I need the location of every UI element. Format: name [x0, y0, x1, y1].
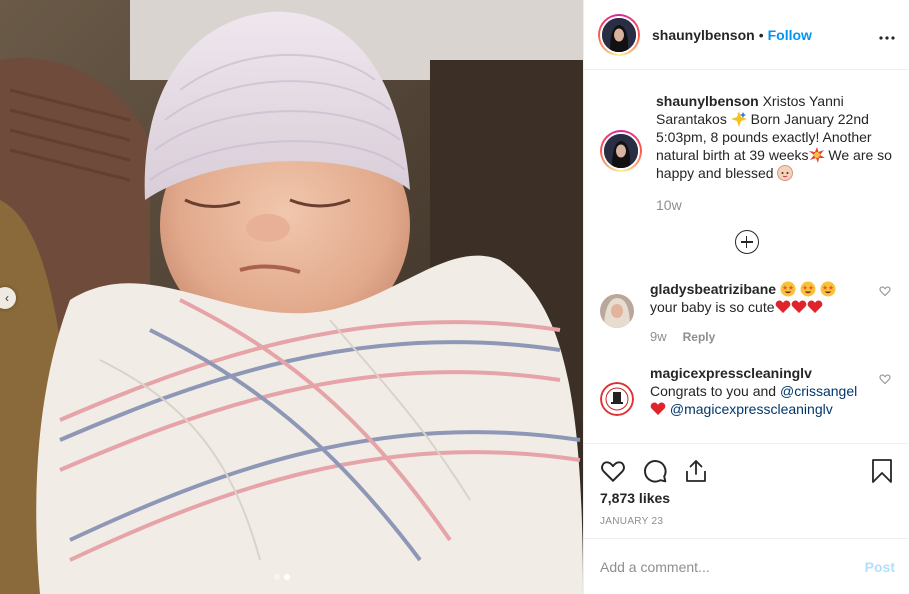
comment-age[interactable]: 9w	[650, 328, 667, 346]
instagram-post: ‹ shaunylbenson • Follow shaunylbenson X…	[0, 0, 909, 594]
caption-body: shaunylbenson Xristos Yanni Sarantakos B…	[656, 92, 893, 214]
bookmark-icon[interactable]	[871, 458, 893, 484]
star-struck-emoji	[780, 281, 796, 297]
more-horizontal-icon[interactable]	[879, 24, 895, 45]
heart-icon[interactable]	[600, 458, 626, 484]
red-heart-emoji	[791, 300, 806, 313]
plus-circle-icon[interactable]	[734, 230, 759, 254]
follow-button[interactable]: Follow	[768, 27, 812, 43]
caption-avatar-image	[604, 134, 638, 168]
comment-text: your baby is so cute	[650, 299, 775, 315]
share-icon[interactable]	[684, 458, 708, 484]
add-comment-bar: Post	[584, 538, 909, 594]
mention-link[interactable]: @magicexpresscleaninglv	[670, 401, 833, 417]
comment-body: gladysbeatrizibane your baby is so cute …	[650, 280, 864, 346]
comment-body: magicexpresscleaninglv Congrats to you a…	[650, 364, 864, 418]
action-row	[600, 452, 893, 490]
red-heart-emoji	[775, 300, 790, 313]
red-heart-emoji	[807, 300, 822, 313]
caption-text: shaunylbenson Xristos Yanni Sarantakos B…	[656, 92, 893, 182]
like-comment-heart-icon[interactable]	[879, 372, 891, 388]
commenter-avatar-image	[600, 294, 634, 328]
caption-avatar[interactable]	[600, 130, 642, 172]
comment-text: Congrats to you and	[650, 383, 780, 399]
reply-button[interactable]: Reply	[683, 328, 716, 346]
collision-emoji	[808, 147, 825, 163]
post-actions: 7,873 likes JANUARY 23	[584, 443, 909, 538]
star-struck-emoji	[800, 281, 816, 297]
commenter-avatar[interactable]	[600, 294, 634, 328]
newborn-photo	[0, 0, 583, 594]
load-more-comments	[600, 230, 893, 254]
carousel-dot-1	[274, 574, 280, 580]
baby-emoji	[777, 165, 794, 181]
star-struck-emoji	[820, 281, 836, 297]
comment-icon[interactable]	[642, 458, 668, 484]
post-photo[interactable]: ‹	[0, 0, 583, 594]
chevron-left-icon: ‹	[5, 291, 9, 305]
post-comment-button[interactable]: Post	[859, 559, 901, 575]
caption-username[interactable]: shaunylbenson	[656, 93, 759, 109]
post-caption: shaunylbenson Xristos Yanni Sarantakos B…	[600, 70, 893, 214]
red-heart-emoji	[650, 402, 666, 415]
mention-link[interactable]: @crissangel	[780, 383, 857, 399]
post-date[interactable]: JANUARY 23	[600, 516, 893, 527]
carousel-dots	[274, 574, 290, 580]
author-avatar[interactable]	[598, 13, 640, 56]
like-comment-heart-icon[interactable]	[879, 284, 891, 300]
comments-list[interactable]: shaunylbenson Xristos Yanni Sarantakos B…	[584, 70, 909, 443]
comment-input[interactable]	[600, 558, 859, 575]
likes-count[interactable]: 7,873 likes	[600, 490, 893, 506]
commenter-avatar[interactable]	[600, 382, 634, 416]
comment-username[interactable]: magicexpresscleaninglv	[650, 365, 812, 381]
carousel-dot-2	[284, 574, 290, 580]
comment-item: gladysbeatrizibane your baby is so cute …	[600, 280, 893, 346]
caption-age[interactable]: 10w	[656, 196, 893, 214]
sparkles-emoji	[730, 111, 747, 127]
comment-item: magicexpresscleaninglv Congrats to you a…	[600, 364, 893, 418]
comment-meta: 9w Reply	[650, 328, 864, 346]
commenter-avatar-image	[600, 382, 634, 416]
author-username[interactable]: shaunylbenson	[652, 27, 755, 43]
post-header: shaunylbenson • Follow	[584, 0, 909, 70]
comment-username[interactable]: gladysbeatrizibane	[650, 281, 776, 297]
author-avatar-image	[602, 17, 636, 52]
header-separator: •	[758, 26, 764, 43]
post-sidebar: shaunylbenson • Follow shaunylbenson Xri…	[583, 0, 909, 594]
